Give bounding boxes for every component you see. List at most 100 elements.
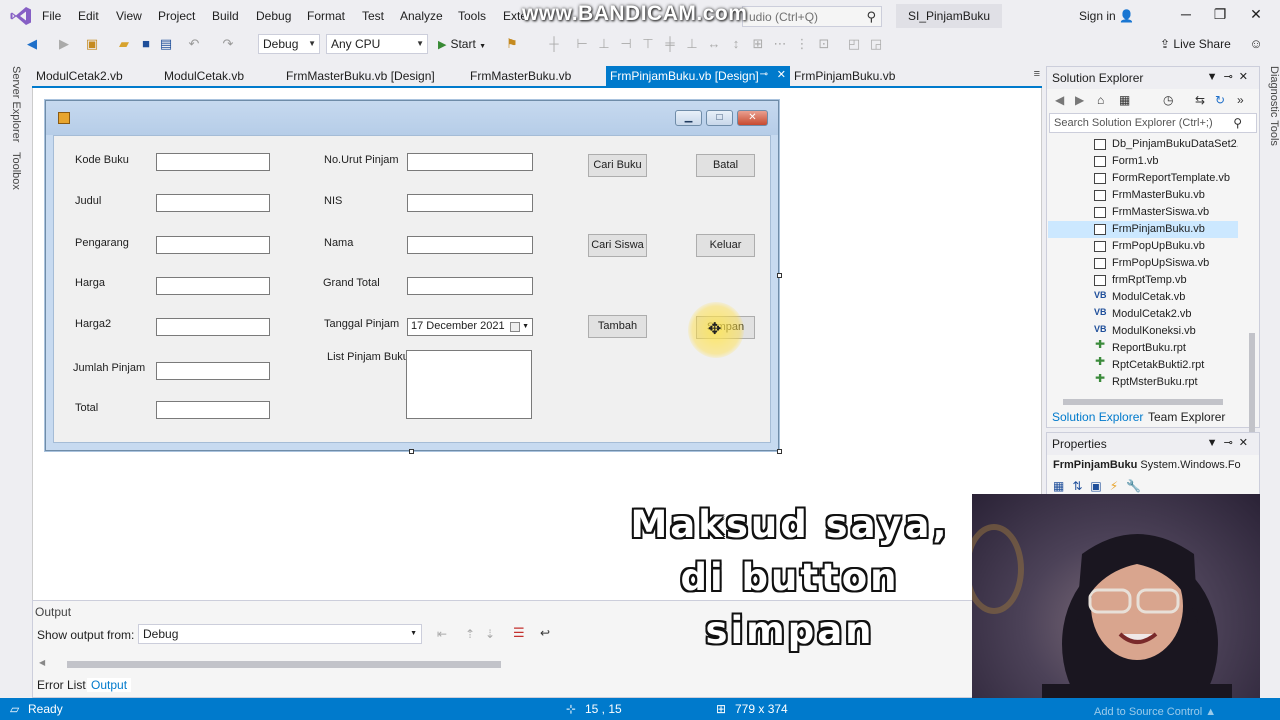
tree-item-frmpopupbuku[interactable]: FrmPopUpBuku.vb xyxy=(1090,238,1238,255)
tab-frmmasterbuku[interactable]: FrmMasterBuku.vb xyxy=(466,66,575,86)
next-message-icon[interactable]: ⇣ xyxy=(485,627,495,641)
sign-in-link[interactable]: Sign in 👤 xyxy=(1079,9,1134,23)
tab-modulcetak[interactable]: ModulCetak.vb xyxy=(160,66,248,86)
grand-total-input[interactable] xyxy=(407,277,533,295)
prev-message-icon[interactable]: ⇡ xyxy=(465,627,475,641)
center-icon[interactable]: ⊡ xyxy=(816,36,832,52)
send-back-icon[interactable]: ◲ xyxy=(868,36,884,52)
properties-icon[interactable]: ▣ xyxy=(1090,479,1109,493)
start-button[interactable]: ▶ Start ▼ xyxy=(438,37,486,51)
tree-item-frmmasterbuku[interactable]: FrmMasterBuku.vb xyxy=(1090,187,1238,204)
tree-item-modulkoneksi[interactable]: VB ModulKoneksi.vb xyxy=(1090,323,1238,340)
scroll-thumb[interactable] xyxy=(67,661,501,668)
menu-analyze[interactable]: Analyze xyxy=(400,9,443,23)
align-left-icon[interactable]: ⊢ xyxy=(574,36,590,52)
jumlah-pinjam-input[interactable] xyxy=(156,362,270,380)
back-icon[interactable]: ◀ xyxy=(1055,93,1064,107)
harga2-input[interactable] xyxy=(156,318,270,336)
open-folder-icon[interactable]: ▰ xyxy=(116,36,132,52)
align-middle-icon[interactable]: ╪ xyxy=(662,36,678,52)
history-icon[interactable]: ◷ xyxy=(1163,93,1173,107)
same-height-icon[interactable]: ↕ xyxy=(728,36,744,52)
scroll-thumb[interactable] xyxy=(1063,399,1223,405)
undo-icon[interactable]: ↶ xyxy=(186,36,202,52)
tab-modulcetak2[interactable]: ModulCetak2.vb xyxy=(32,66,127,86)
form-close-icon[interactable]: ✕ xyxy=(737,110,768,126)
harga-input[interactable] xyxy=(156,277,270,295)
menu-file[interactable]: File xyxy=(42,9,61,23)
tree-item-modulcetak2[interactable]: VB ModulCetak2.vb xyxy=(1090,306,1238,323)
tab-error-list[interactable]: Error List xyxy=(33,678,90,692)
align-center-icon[interactable]: ⊥ xyxy=(596,36,612,52)
new-project-icon[interactable]: ▣ xyxy=(84,36,100,52)
menu-test[interactable]: Test xyxy=(362,9,384,23)
platform-select[interactable]: Any CPU ▼ xyxy=(326,34,428,54)
alphabetical-icon[interactable]: ⇅ xyxy=(1072,479,1090,493)
scroll-left-icon[interactable]: ◀ xyxy=(39,658,45,667)
properties-object-selector[interactable]: FrmPinjamBuku System.Windows.Fo xyxy=(1053,459,1241,471)
forward-icon[interactable]: ▶ xyxy=(1075,93,1084,107)
feedback-icon[interactable]: ☺ xyxy=(1248,36,1264,52)
find-message-icon[interactable]: ⇤ xyxy=(437,627,447,641)
switch-views-icon[interactable]: ▦ xyxy=(1119,93,1130,107)
tree-item-frmpinjambuku[interactable]: FrmPinjamBuku.vb xyxy=(1048,221,1238,238)
redo-icon[interactable]: ↷ xyxy=(220,36,236,52)
refresh-icon[interactable]: ↻ xyxy=(1215,93,1225,107)
output-scrollbar[interactable]: ◀ xyxy=(37,658,1039,669)
tree-item-rptcetakbukti2[interactable]: ✚ RptCetakBukti2.rpt xyxy=(1090,357,1238,374)
pin-icon[interactable]: ⊸ xyxy=(1224,71,1239,83)
sync-icon[interactable]: ⇆ xyxy=(1195,93,1205,107)
tree-item-form1[interactable]: Form1.vb xyxy=(1090,153,1238,170)
tab-frmpinjambuku-design[interactable]: FrmPinjamBuku.vb [Design] ⊸ ✕ xyxy=(606,66,790,86)
source-control-button[interactable]: Add to Source Control ▲ xyxy=(1094,706,1216,718)
categorized-icon[interactable]: ▦ xyxy=(1053,479,1072,493)
menu-edit[interactable]: Edit xyxy=(78,9,99,23)
tab-frmmasterbuku-design[interactable]: FrmMasterBuku.vb [Design] xyxy=(282,66,439,86)
same-size-icon[interactable]: ⊞ xyxy=(750,36,766,52)
nama-input[interactable] xyxy=(407,236,533,254)
browser-link-icon[interactable]: ⚑ xyxy=(504,36,520,52)
form-maximize-icon[interactable]: □ xyxy=(706,110,733,126)
align-bottom-icon[interactable]: ⊥ xyxy=(684,36,700,52)
config-select[interactable]: Debug ▼ xyxy=(258,34,320,54)
grid-snap-icon[interactable]: ┼ xyxy=(546,36,562,52)
save-icon[interactable]: ■ xyxy=(138,36,154,52)
tanggal-pinjam-picker[interactable]: 17 December 2021 ▼ xyxy=(407,318,533,336)
same-width-icon[interactable]: ↔ xyxy=(706,36,722,52)
pin-icon[interactable]: ⊸ xyxy=(1224,437,1239,449)
total-input[interactable] xyxy=(156,401,270,419)
property-pages-icon[interactable]: 🔧 xyxy=(1126,479,1149,493)
close-icon[interactable]: ✕ xyxy=(1246,6,1266,23)
tambah-button[interactable]: Tambah xyxy=(588,315,647,338)
tree-item-frmmastersiswa[interactable]: FrmMasterSiswa.vb xyxy=(1090,204,1238,221)
dropdown-icon[interactable]: ▼ xyxy=(1207,437,1224,449)
menu-view[interactable]: View xyxy=(116,9,142,23)
clear-all-icon[interactable]: ☰ xyxy=(513,625,525,641)
horizontal-scrollbar[interactable] xyxy=(1051,397,1243,407)
solution-search-input[interactable]: Search Solution Explorer (Ctrl+;) ⚲ xyxy=(1049,113,1257,133)
tab-team-explorer[interactable]: Team Explorer xyxy=(1143,410,1230,424)
menu-debug[interactable]: Debug xyxy=(256,9,291,23)
server-explorer-tab[interactable]: Server Explorer xyxy=(10,66,22,142)
tree-item-dataset[interactable]: Db_PinjamBukuDataSet2.x xyxy=(1090,136,1238,153)
diagnostic-tools-tab[interactable]: Diagnostic Tools xyxy=(1262,66,1280,166)
tree-item-rptmsterbuku[interactable]: ✚ RptMsterBuku.rpt xyxy=(1090,374,1238,391)
restore-icon[interactable]: ❐ xyxy=(1210,6,1230,23)
output-source-select[interactable]: Debug ▼ xyxy=(138,624,422,644)
list-pinjam-buku-listbox[interactable] xyxy=(406,350,532,419)
tree-item-modulcetak[interactable]: VB ModulCetak.vb xyxy=(1090,289,1238,306)
menu-build[interactable]: Build xyxy=(212,9,239,23)
tree-item-reportbuku[interactable]: ✚ ReportBuku.rpt xyxy=(1090,340,1238,357)
close-tab-icon[interactable]: ✕ xyxy=(777,68,786,81)
minimize-icon[interactable]: ─ xyxy=(1176,6,1196,22)
menu-project[interactable]: Project xyxy=(158,9,195,23)
cari-siswa-button[interactable]: Cari Siswa xyxy=(588,234,647,257)
hspace-icon[interactable]: ⋯ xyxy=(772,36,788,52)
form-minimize-icon[interactable]: ▁ xyxy=(675,110,702,126)
tab-solution-explorer[interactable]: Solution Explorer xyxy=(1047,410,1148,424)
toolbox-tab[interactable]: Toolbox xyxy=(10,152,22,190)
live-share-button[interactable]: ⇪ Live Share xyxy=(1160,37,1231,51)
resize-handle-right[interactable] xyxy=(777,273,782,278)
tree-item-formreporttemplate[interactable]: FormReportTemplate.vb xyxy=(1090,170,1238,187)
bring-front-icon[interactable]: ◰ xyxy=(846,36,862,52)
